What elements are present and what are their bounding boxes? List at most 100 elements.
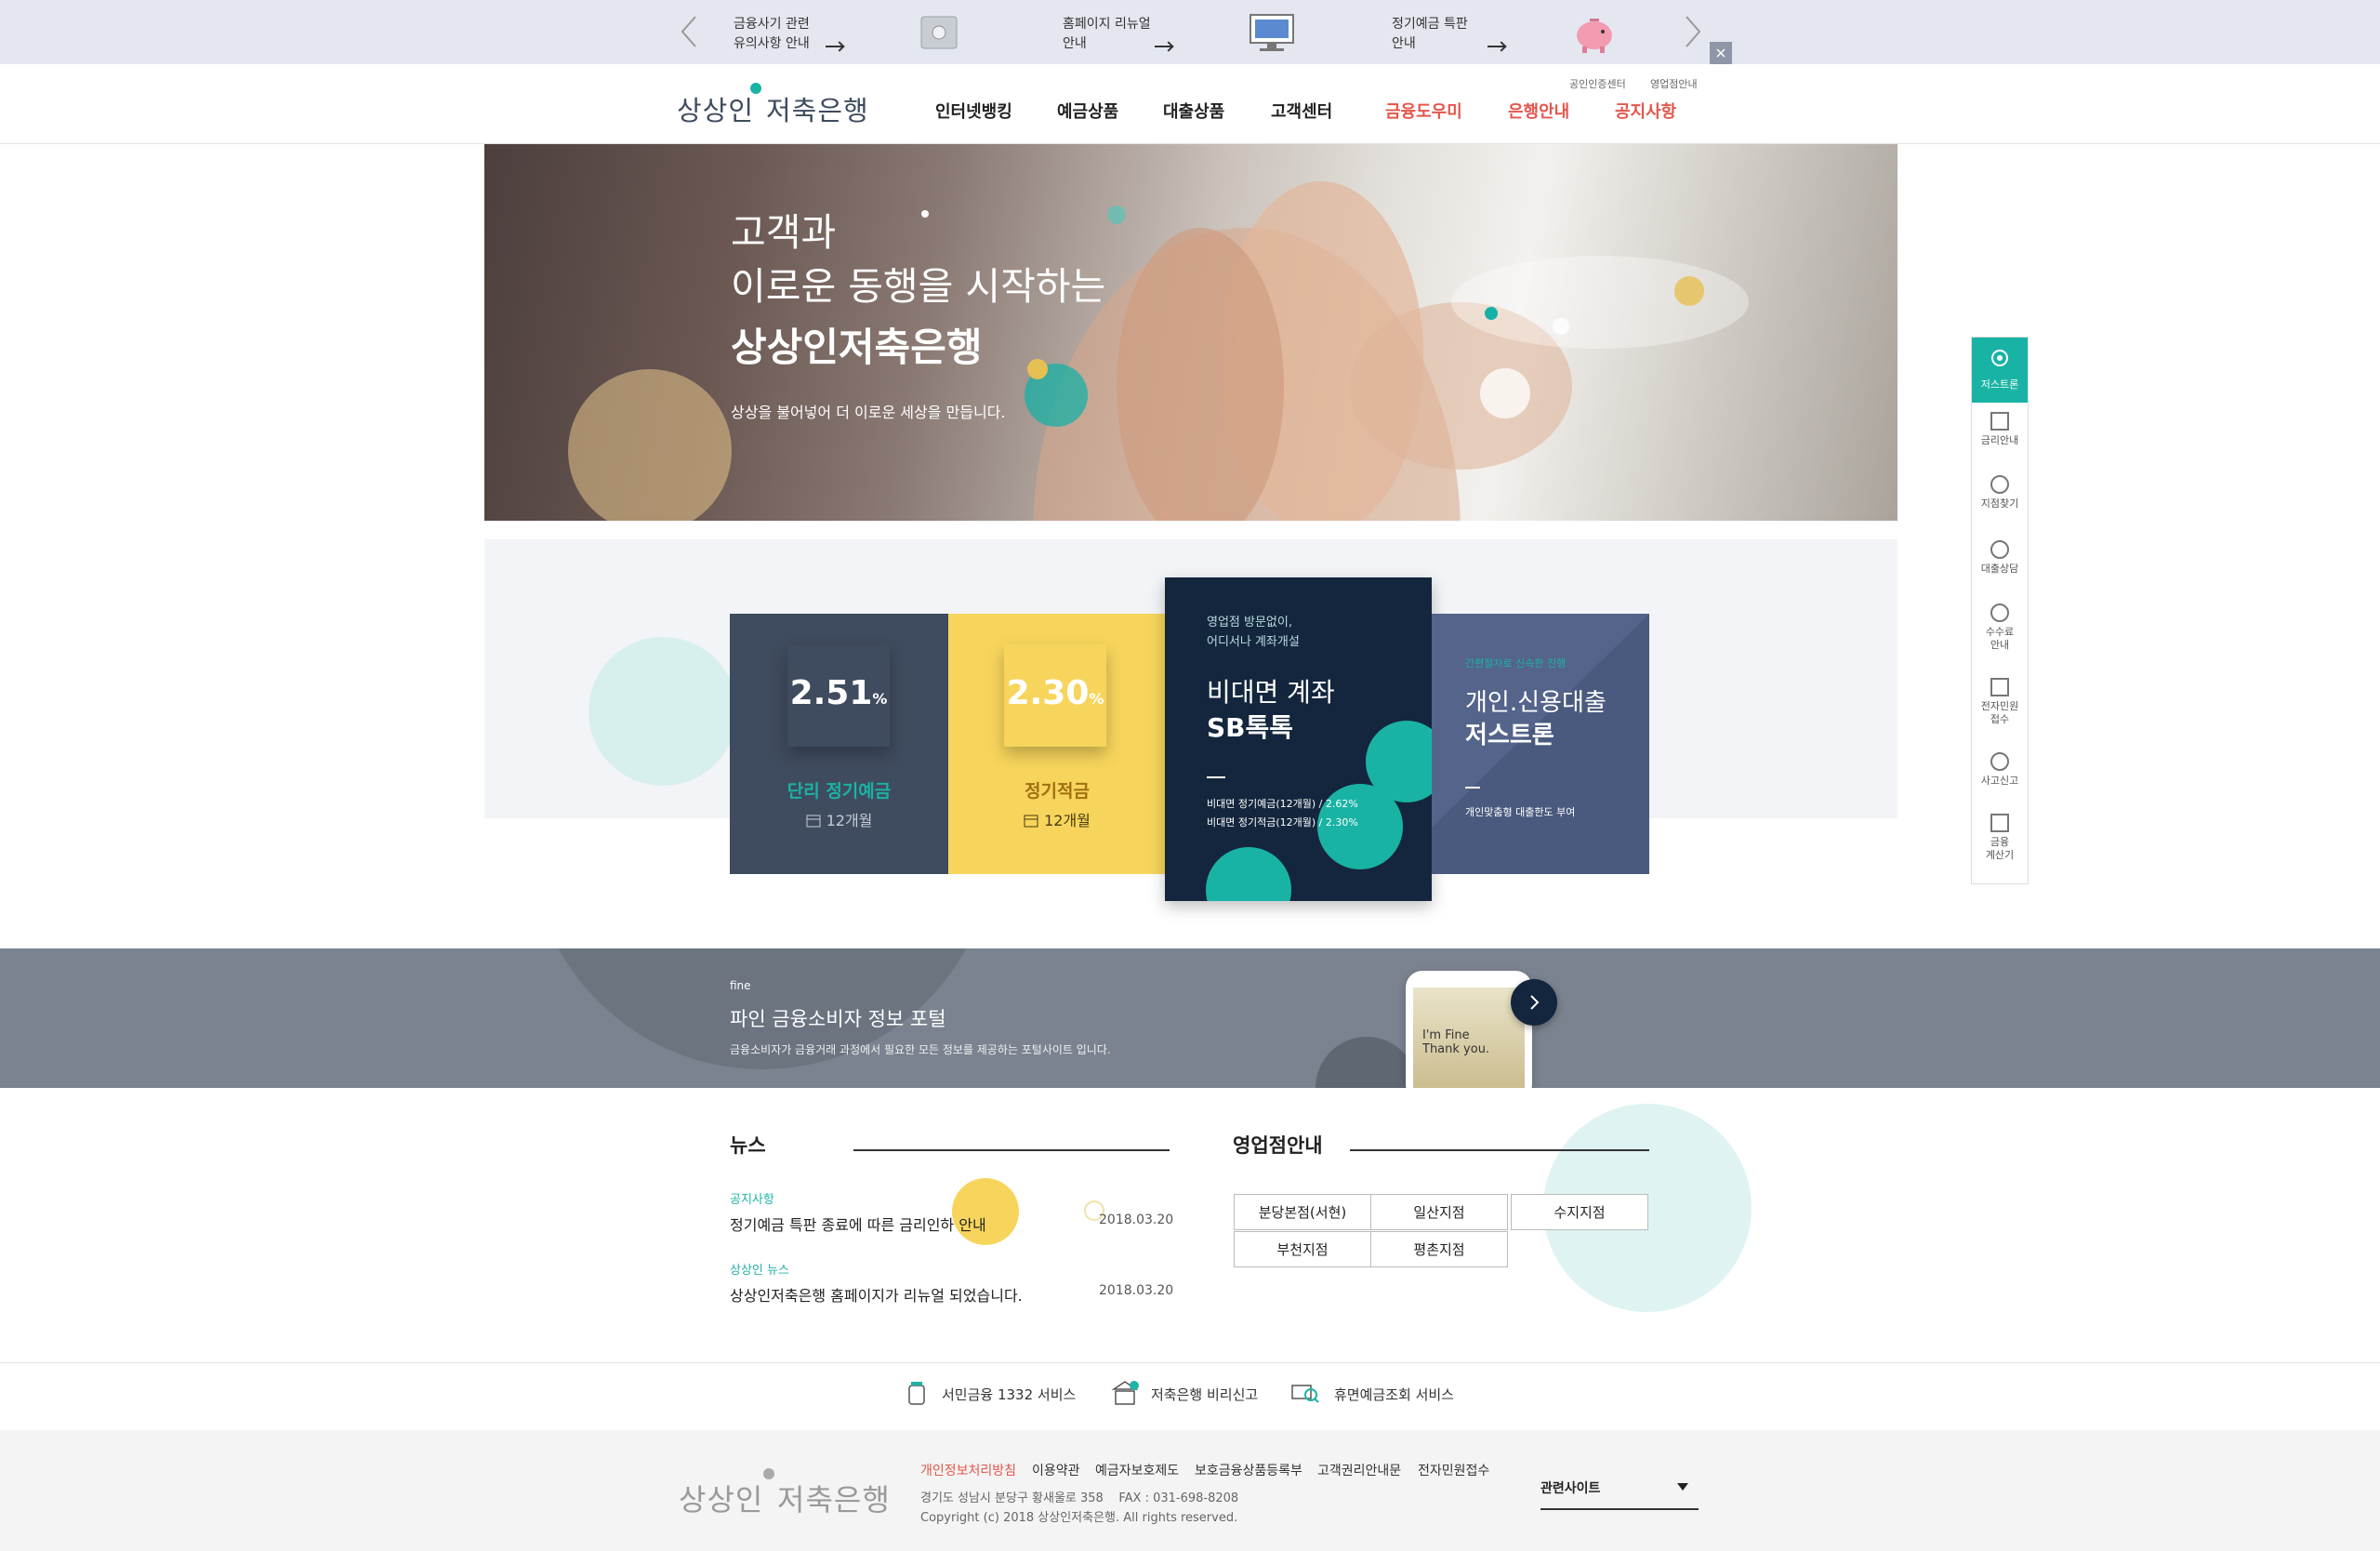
quick-item-e-complaint[interactable]: 전자민원 접수 [1972, 678, 2028, 726]
arrow-right-icon [1488, 46, 1504, 47]
fine-title: 파인 금융소비자 정보 포털 [730, 1008, 946, 1030]
card-title: 개인.신용대출 [1465, 689, 1606, 717]
product-name: 단리 정기예금 [787, 781, 892, 802]
arrow-right-icon [1155, 46, 1171, 47]
search-card-icon [1291, 1385, 1319, 1403]
jar-icon [908, 1382, 925, 1405]
footer-link-depositor[interactable]: 예금자보호제도 [1095, 1461, 1179, 1479]
money-bag-icon [1991, 350, 2008, 366]
decor-circle [588, 637, 737, 786]
card-eyebrow: 영업점 방문없이, 어디서나 계좌개설 [1207, 616, 1300, 649]
nav-customer-center[interactable]: 고객센터 [1271, 99, 1332, 123]
news-title: 뉴스 [730, 1134, 766, 1157]
product-term: 12개월 [948, 808, 1166, 830]
branch-suji[interactable]: 수지지점 [1511, 1194, 1648, 1230]
chevron-right-icon[interactable] [1673, 13, 1711, 50]
card-detail: 비대면 정기예금(12개월) / 2.62% 비대면 정기적금(12개월) / 2… [1207, 798, 1358, 829]
service-report[interactable]: 저축은행 비리신고 [1151, 1385, 1258, 1404]
related-sites-label: 관련사이트 [1540, 1481, 1601, 1496]
service-1332[interactable]: 서민금융 1332 서비스 [942, 1385, 1076, 1404]
notice-item-3[interactable]: 정기예금 특판 안내 [1392, 15, 1468, 54]
product-card-fixed-deposit[interactable]: 2.51% 단리 정기예금 12개월 [730, 614, 948, 874]
quick-item-incident-report[interactable]: 사고신고 [1972, 752, 2028, 788]
quick-item-branches[interactable]: 지점찾기 [1972, 475, 2028, 510]
calculator-icon [1990, 814, 2009, 832]
card-detail: 개인맞춤형 대출한도 부여 [1465, 806, 1576, 818]
bank-building-icon [1111, 1381, 1139, 1405]
hero-headline: 고객과 이로운 동행을 시작하는 [731, 210, 1106, 309]
product-card-installment[interactable]: 2.30% 정기적금 12개월 [948, 614, 1166, 874]
nav-internet-banking[interactable]: 인터넷뱅킹 [935, 99, 1012, 123]
notice-item-1[interactable]: 금융사기 관련 유의사항 안내 [734, 15, 810, 54]
quick-item-fees[interactable]: 수수료 안내 [1972, 603, 2028, 652]
card-title-bold: SB톡톡 [1207, 712, 1294, 743]
logo-suffix: 저축은행 [766, 95, 869, 126]
logo-dot [763, 1468, 774, 1479]
nav-notice[interactable]: 공지사항 [1615, 99, 1676, 123]
footer-link-privacy[interactable]: 개인정보처리방침 [920, 1461, 1016, 1479]
chevron-right-icon[interactable] [1511, 979, 1557, 1026]
monitor-icon [1250, 14, 1294, 51]
nav-deposit[interactable]: 예금상품 [1057, 99, 1118, 123]
quick-item-calculator[interactable]: 금융 계산기 [1972, 814, 2028, 862]
nav-bank-info[interactable]: 은행안내 [1508, 99, 1569, 123]
piggy-bank-icon [1577, 19, 1612, 53]
notice-bar: 금융사기 관련 유의사항 안내 홈페이지 리뉴얼 안내 정기예금 특판 안내 [0, 0, 2380, 64]
branch-bundang[interactable]: 분당본점(서현) [1234, 1194, 1371, 1230]
hero-subtitle: 상상을 불어넣어 더 이로운 세상을 만듭니다. [731, 404, 1006, 421]
util-link-cert[interactable]: 공인인증센터 [1569, 76, 1626, 91]
fine-banner[interactable]: fine 파인 금융소비자 정보 포털 금융소비자가 금융거래 과정에서 필요한… [0, 948, 2380, 1088]
safe-icon [920, 16, 958, 49]
hero-banner: 고객과 이로운 동행을 시작하는 상상인저축은행 상상을 불어넣어 더 이로운 … [484, 144, 1897, 521]
news-item-title[interactable]: 상상인저축은행 홈페이지가 리뉴얼 되었습니다. [730, 1283, 1023, 1306]
rate-value: 2.51% [789, 674, 888, 712]
hero-bank-name: 상상인저축은행 [731, 325, 983, 370]
branch-ilsan[interactable]: 일산지점 [1370, 1194, 1508, 1230]
decor-circles [558, 948, 1418, 1088]
monitor-icon [1990, 678, 2009, 696]
caret-down-icon [1677, 1483, 1688, 1491]
footer-link-terms[interactable]: 이용약관 [1032, 1461, 1080, 1479]
location-pin-icon [1990, 475, 2009, 494]
news-category: 상상인 뉴스 [730, 1264, 789, 1278]
nav-finance-helper[interactable]: 금융도우미 [1385, 99, 1462, 123]
chevron-left-icon[interactable] [671, 13, 708, 50]
fine-tag: fine [730, 979, 751, 992]
product-name: 정기적금 [1025, 781, 1090, 802]
footer-link-rights[interactable]: 고객권리안내문 [1317, 1461, 1401, 1479]
news-item-date: 2018.03.20 [1099, 1283, 1174, 1298]
calendar-icon [806, 815, 821, 828]
hero-photo [568, 181, 1749, 521]
phone-text: I'm Fine Thank you. [1422, 1028, 1490, 1056]
fine-desc: 금융소비자가 금융거래 과정에서 필요한 모든 정보를 제공하는 포털사이트 입… [730, 1043, 1111, 1056]
product-card-sb-toktok[interactable]: 영업점 방문없이, 어디서나 계좌개설 비대면 계좌 SB톡톡 비대면 정기예금(… [1165, 577, 1432, 901]
footer-copyright: Copyright (c) 2018 상상인저축은행. All rights r… [920, 1511, 1238, 1525]
alert-icon [1990, 752, 2009, 771]
notice-item-2[interactable]: 홈페이지 리뉴얼 안내 [1063, 15, 1151, 54]
fine-go-button[interactable] [1511, 979, 1557, 1026]
rate-value: 2.30% [1006, 674, 1104, 712]
news-item-date: 2018.03.20 [1099, 1213, 1174, 1227]
quick-item-just-loan[interactable]: 저스트론 [1972, 338, 2028, 403]
branches-title: 영업점안내 [1233, 1134, 1323, 1157]
footer-link-complaint[interactable]: 전자민원접수 [1418, 1461, 1489, 1479]
product-card-just-loan[interactable]: 간편절차로 신속한 진행 개인.신용대출 저스트론 개인맞춤형 대출한도 부여 [1432, 614, 1649, 874]
util-link-branch[interactable]: 영업점안내 [1650, 76, 1698, 91]
footer-link-registry[interactable]: 보호금융상품등록부 [1195, 1461, 1302, 1479]
news-item-title[interactable]: 정기예금 특판 종료에 따른 금리인하 안내 [730, 1213, 986, 1235]
service-dormant[interactable]: 휴면예금조회 서비스 [1334, 1385, 1454, 1404]
won-icon [1990, 603, 2009, 622]
quick-item-loan-consult[interactable]: 대출상담 [1972, 540, 2028, 576]
calendar-icon [1024, 815, 1038, 828]
related-sites-select[interactable]: 관련사이트 [1540, 1471, 1699, 1510]
quick-menu: 저스트론 금리안내 지점찾기 대출상담 수수료 안내 전자민원 접수 사고신고 … [1971, 337, 2029, 884]
quick-item-rates[interactable]: 금리안내 [1972, 412, 2028, 447]
nav-loan[interactable]: 대출상품 [1163, 99, 1224, 123]
logo-prefix: 상상인 [677, 95, 755, 126]
card-title: 비대면 계좌 [1207, 677, 1335, 708]
branch-pyeongchon[interactable]: 평촌지점 [1370, 1231, 1508, 1267]
decor-circle [952, 1178, 1019, 1245]
arrow-right-icon [826, 46, 842, 47]
branch-bucheon[interactable]: 부천지점 [1234, 1231, 1371, 1267]
footer-address: 경기도 성남시 분당구 황새울로 358 FAX : 031-698-8208 [920, 1491, 1239, 1505]
